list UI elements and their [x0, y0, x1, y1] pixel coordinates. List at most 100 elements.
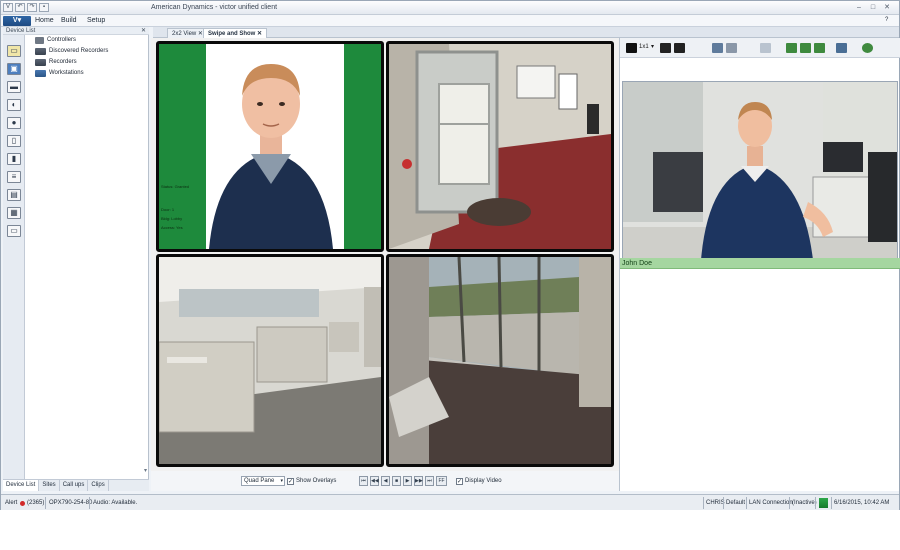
- office-camera-feed: [159, 257, 381, 464]
- app-window: V ↶ ↷ ▪ American Dynamics - victor unifi…: [0, 0, 900, 510]
- card-reader-icon[interactable]: ▮: [7, 153, 21, 165]
- tree-item-recorders[interactable]: Recorders: [35, 57, 77, 67]
- monitor-icon[interactable]: ▣: [7, 63, 21, 75]
- device-list-header: Device List ✕: [3, 27, 149, 35]
- recorder-icon[interactable]: ▬: [7, 81, 21, 93]
- camera-remove-icon[interactable]: [814, 43, 825, 53]
- title-bar: V ↶ ↷ ▪ American Dynamics - victor unifi…: [1, 1, 899, 15]
- app-menu-icon[interactable]: V: [3, 3, 13, 12]
- status-bar: Alert (2365) OPX790-254-80 Audio: Availa…: [1, 494, 899, 510]
- audio-status: Audio: Available.: [93, 500, 138, 506]
- undo-icon[interactable]: ↶: [15, 3, 25, 12]
- checkbox-display-video[interactable]: ✓: [456, 477, 463, 485]
- tab-device-list[interactable]: Device List: [3, 480, 40, 491]
- export-icon[interactable]: [836, 43, 847, 53]
- alert-count: (2365): [27, 500, 45, 506]
- door-icon[interactable]: ▯: [7, 135, 21, 147]
- camera-pane-lobby[interactable]: [386, 41, 614, 252]
- play-button[interactable]: ▶: [403, 476, 412, 486]
- fullscreen-icon[interactable]: [674, 43, 685, 53]
- recorder-icon: [35, 58, 46, 66]
- tree-item-workstations[interactable]: Workstations: [35, 68, 84, 78]
- tab-call-ups[interactable]: Call ups: [60, 480, 89, 491]
- quad-view-area: Status: Granted Door: 1 Bldg: Lobby Acce…: [151, 38, 619, 471]
- lobby-camera-feed: [389, 44, 611, 249]
- alert-label[interactable]: Alert: [5, 498, 17, 508]
- step-back-button[interactable]: ◀: [381, 476, 390, 486]
- connection-state: (Inactive): [792, 500, 817, 506]
- menu-home[interactable]: Home: [35, 17, 54, 24]
- tab-sites[interactable]: Sites: [39, 480, 60, 491]
- tab-2x2-view[interactable]: 2x2 View ✕: [167, 28, 208, 38]
- live-button[interactable]: FF: [436, 476, 447, 486]
- minimize-button[interactable]: –: [853, 3, 865, 12]
- date-time: 6/16/2015, 10:42 AM: [834, 500, 890, 506]
- snapshot-icon[interactable]: [712, 43, 723, 53]
- help-icon[interactable]: ?: [885, 17, 888, 23]
- tree-item-controllers[interactable]: Controllers: [35, 35, 76, 45]
- person-camera-feed[interactable]: [622, 81, 898, 261]
- redo-icon[interactable]: ↷: [27, 3, 37, 12]
- close-icon[interactable]: ✕: [141, 27, 146, 35]
- server-icon[interactable]: ▭: [7, 225, 21, 237]
- tab-swipe-and-show[interactable]: Swipe and Show ✕: [203, 28, 268, 38]
- document-icon[interactable]: ≡: [7, 171, 21, 183]
- person-camera-image: [623, 82, 897, 260]
- document-tabs: 2x2 View ✕ Swipe and Show ✕: [153, 27, 899, 38]
- camera-pane-office[interactable]: [156, 254, 384, 467]
- menu-setup[interactable]: Setup: [87, 17, 105, 24]
- badge-overlay: Status: Granted Door: 1 Bldg: Lobby Acce…: [161, 184, 190, 230]
- clipboard-icon[interactable]: ▤: [7, 189, 21, 201]
- display-video-toggle[interactable]: ✓ Display Video: [456, 476, 502, 486]
- controller-icon: [35, 36, 44, 44]
- device-list-tabs: Device List Sites Call ups Clips: [3, 479, 149, 491]
- zoom-icon[interactable]: [760, 43, 771, 53]
- camera-icon[interactable]: ◐: [7, 99, 21, 111]
- last-frame-button[interactable]: ⏭: [425, 476, 434, 486]
- layout-select[interactable]: Quad Pane ▾: [241, 476, 285, 486]
- host-name: OPX790-254-80: [49, 500, 93, 506]
- workstation-icon: [35, 69, 46, 77]
- save-icon[interactable]: [726, 43, 737, 53]
- profile-name: Default: [726, 500, 746, 506]
- save-icon[interactable]: ▪: [39, 3, 49, 12]
- signal-icon: [819, 498, 828, 508]
- menu-build[interactable]: Build: [61, 17, 77, 24]
- refresh-icon[interactable]: [862, 43, 873, 53]
- layout-label[interactable]: 1x1: [639, 44, 649, 50]
- stop-button[interactable]: ■: [392, 476, 401, 486]
- camera-add-icon[interactable]: [800, 43, 811, 53]
- connection-status: LAN Connection: [749, 500, 793, 506]
- grid-layout-icon[interactable]: [660, 43, 671, 53]
- maximize-button[interactable]: □: [867, 3, 879, 12]
- navigation-icon-strip: ▭ ▣ ▬ ◐ ● ▯ ▮ ≡ ▤ ▦ ▭: [3, 27, 25, 479]
- folder-icon[interactable]: ▭: [7, 45, 21, 57]
- hallway-camera-feed: [389, 257, 611, 464]
- camera-pane-badge[interactable]: Status: Granted Door: 1 Bldg: Lobby Acce…: [156, 41, 384, 252]
- chevron-down-icon[interactable]: ▾: [651, 43, 654, 50]
- recorder-icon: [35, 47, 46, 55]
- device-list-panel: Device List ✕ Controllers Discovered Rec…: [3, 27, 149, 479]
- live-view-panel: 1x1 ▾ John Doe: [619, 38, 900, 491]
- dome-camera-icon[interactable]: ●: [7, 117, 21, 129]
- checkbox-show-overlays[interactable]: ✓: [287, 477, 294, 485]
- menu-bar: V▾ Home Build Setup ?: [1, 15, 899, 27]
- show-overlays-toggle[interactable]: ✓ Show Overlays: [287, 476, 336, 486]
- fast-forward-button[interactable]: ▶▶: [414, 476, 423, 486]
- single-layout-icon[interactable]: [626, 43, 637, 53]
- image-icon[interactable]: ▦: [7, 207, 21, 219]
- resize-grip-icon[interactable]: ▾: [144, 467, 147, 474]
- alert-dot-icon: [20, 501, 25, 506]
- chevron-down-icon: ▾: [280, 478, 283, 484]
- live-view-toolbar: 1x1 ▾: [620, 38, 900, 58]
- tab-clips[interactable]: Clips: [88, 480, 109, 491]
- first-frame-button[interactable]: ⏮: [359, 476, 368, 486]
- window-title: American Dynamics - victor unified clien…: [151, 4, 278, 11]
- application-logo[interactable]: V▾: [3, 16, 31, 26]
- close-button[interactable]: ✕: [881, 3, 893, 12]
- camera-group-icon[interactable]: [786, 43, 797, 53]
- user-name: CHRIS: [706, 500, 725, 506]
- camera-pane-hallway[interactable]: [386, 254, 614, 467]
- rewind-button[interactable]: ◀◀: [370, 476, 379, 486]
- tree-item-discovered-recorders[interactable]: Discovered Recorders: [35, 46, 108, 56]
